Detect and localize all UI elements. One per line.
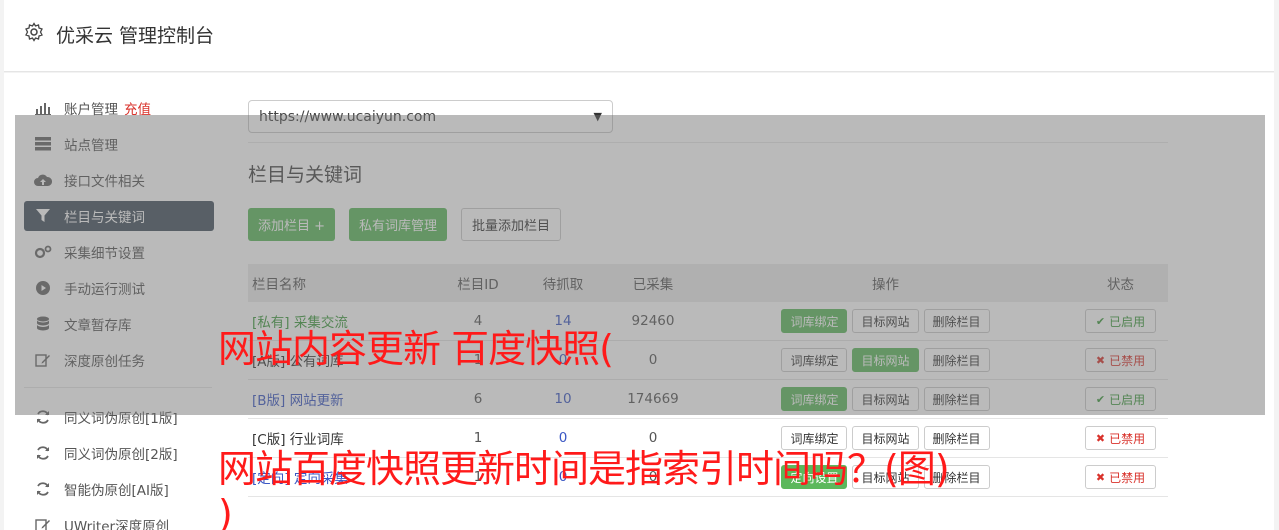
status-label: 已禁用 bbox=[1109, 431, 1146, 446]
status-label: 已禁用 bbox=[1109, 470, 1146, 485]
refresh-icon bbox=[34, 445, 52, 461]
bar-chart-icon bbox=[34, 100, 52, 116]
sidebar-item-synonym-v2[interactable]: 同义词伪原创[2版] bbox=[24, 438, 214, 468]
gray-overlay bbox=[15, 115, 1265, 415]
sidebar-item-label: 同义词伪原创[2版] bbox=[64, 447, 178, 463]
sidebar-item-ai-original[interactable]: 智能伪原创[AI版] bbox=[24, 474, 214, 504]
sidebar-item-label: 智能伪原创[AI版] bbox=[64, 483, 169, 499]
cross-icon: ✖ bbox=[1095, 431, 1106, 445]
refresh-icon bbox=[34, 481, 52, 497]
overlay-headline-3: ) bbox=[218, 492, 233, 530]
overlay-headline-2: 网站百度快照更新时间是指索引时间吗？(图) bbox=[218, 447, 950, 491]
status-toggle[interactable]: ✖ 已禁用 bbox=[1084, 426, 1157, 450]
sidebar-item-label: UWriter深度原创 bbox=[64, 519, 170, 530]
page-title: 优采云 管理控制台 bbox=[56, 25, 215, 47]
cross-icon: ✖ bbox=[1095, 470, 1106, 484]
edit-icon bbox=[34, 517, 52, 530]
overlay-headline-1: 网站内容更新 百度快照( bbox=[218, 327, 614, 371]
status-toggle[interactable]: ✖ 已禁用 bbox=[1084, 465, 1157, 489]
gear-icon bbox=[25, 22, 43, 42]
top-bar: 优采云 管理控制台 bbox=[4, 0, 1274, 72]
sidebar-item-uwriter[interactable]: UWriter深度原创 bbox=[24, 510, 214, 530]
